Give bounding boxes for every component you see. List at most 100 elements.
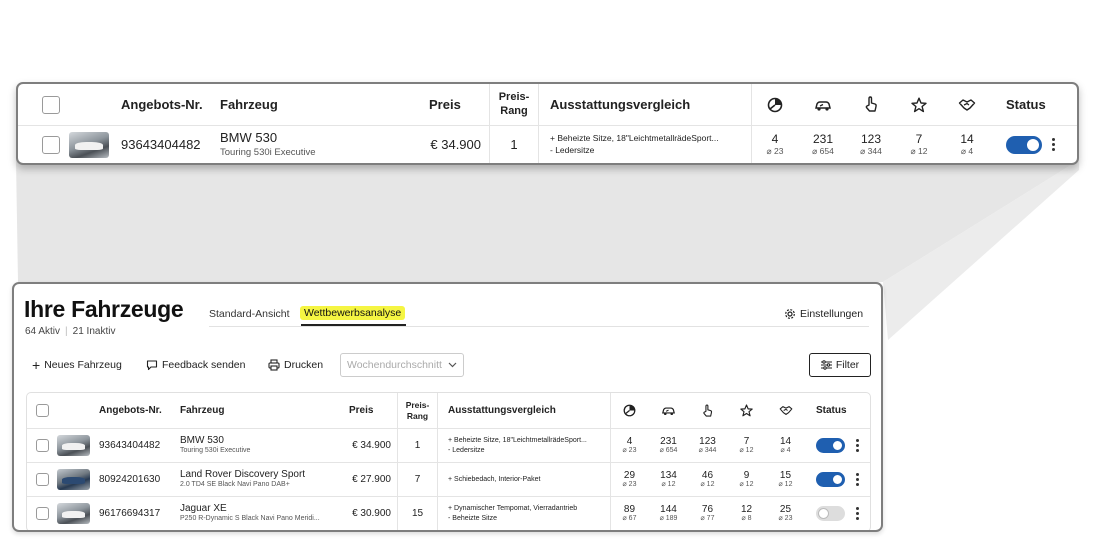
- offer-number[interactable]: 96176694317: [99, 497, 160, 530]
- table-row[interactable]: 93643404482 BMW 530 Touring 530i Executi…: [18, 126, 1077, 163]
- metric-stat: 134 ⌀ 12: [660, 469, 677, 489]
- metric-stat: 46 ⌀ 12: [700, 469, 715, 489]
- car-speed-icon[interactable]: [649, 393, 688, 428]
- vehicle-variant: Touring 530i Executive: [220, 146, 316, 158]
- vehicle-price: € 27.900: [352, 474, 391, 485]
- status-toggle[interactable]: [816, 506, 845, 521]
- row-checkbox[interactable]: [36, 439, 49, 452]
- pie-chart-icon[interactable]: [610, 393, 649, 428]
- metric-stat: 7 ⌀ 12: [910, 131, 928, 156]
- vehicles-table: Angebots-Nr. Fahrzeug Preis Preis- Rang A…: [26, 392, 871, 530]
- vehicle-name: BMW 530: [180, 434, 224, 446]
- active-count[interactable]: 64 Aktiv: [25, 326, 60, 337]
- header-equipment[interactable]: Ausstattungsvergleich: [550, 84, 690, 125]
- header-price[interactable]: Preis: [349, 393, 373, 428]
- header-price-rank[interactable]: Preis- Rang: [398, 393, 437, 428]
- settings-button[interactable]: Einstellungen: [784, 308, 863, 320]
- select-all-checkbox[interactable]: [42, 95, 60, 114]
- plus-icon: +: [32, 357, 41, 373]
- metric-stat: 12 ⌀ 8: [740, 503, 753, 523]
- new-vehicle-button[interactable]: + Neues Fahrzeug: [32, 357, 122, 373]
- print-button[interactable]: Drucken: [268, 359, 323, 371]
- table-row[interactable]: 93643404482 BMW 530 Touring 530i Executi…: [27, 429, 870, 462]
- tab-standard-view[interactable]: Standard-Ansicht: [209, 308, 290, 320]
- vehicle-cell[interactable]: BMW 530 Touring 530i Executive: [220, 126, 316, 163]
- header-vehicle[interactable]: Fahrzeug: [180, 393, 224, 428]
- period-select[interactable]: Wochendurchschnitt: [340, 353, 464, 377]
- touch-hand-icon[interactable]: [847, 84, 895, 125]
- status-toggle[interactable]: [816, 438, 845, 453]
- more-options-icon[interactable]: [1052, 138, 1055, 151]
- vehicle-variant: P250 R-Dynamic S Black Navi Pano Meridi.…: [180, 515, 320, 523]
- price-rank: 1: [510, 137, 518, 152]
- header-offer-no[interactable]: Angebots-Nr.: [121, 84, 203, 125]
- zoom-header-row: Angebots-Nr. Fahrzeug Preis Preis- Rang A…: [18, 84, 1077, 125]
- equipment-comparison: + Beheizte Sitze, 18"LeichtmetallrädeSpo…: [550, 132, 719, 155]
- table-row[interactable]: 96176694317 Jaguar XE P250 R-Dynamic S B…: [27, 497, 870, 530]
- vehicle-thumbnail[interactable]: [57, 503, 90, 524]
- feedback-button[interactable]: Feedback senden: [146, 359, 245, 371]
- row-checkbox[interactable]: [36, 473, 49, 486]
- metric-stat: 144 ⌀ 189: [659, 503, 678, 523]
- more-options-icon[interactable]: [856, 473, 859, 486]
- offer-number[interactable]: 80924201630: [99, 463, 160, 496]
- header-status[interactable]: Status: [1006, 84, 1046, 125]
- price-rank: 7: [414, 474, 421, 485]
- metric-stat: 4 ⌀ 23: [766, 131, 784, 156]
- metric-stat: 89 ⌀ 67: [622, 503, 637, 523]
- vehicle-variant: 2.0 TD4 SE Black Navi Pano DAB+: [180, 481, 290, 489]
- vehicle-thumbnail[interactable]: [57, 469, 90, 490]
- vehicle-price: € 34.900: [430, 137, 481, 152]
- select-all-checkbox[interactable]: [36, 404, 49, 417]
- metric-stat: 123 ⌀ 344: [860, 131, 882, 156]
- vehicle-cell[interactable]: Jaguar XE P250 R-Dynamic S Black Navi Pa…: [180, 497, 320, 530]
- vehicle-cell[interactable]: BMW 530 Touring 530i Executive: [180, 429, 250, 462]
- status-toggle[interactable]: [1006, 135, 1042, 154]
- gear-icon: [785, 309, 795, 319]
- price-rank: 15: [411, 508, 424, 519]
- vehicle-price: € 34.900: [352, 440, 391, 451]
- metric-stat: 15 ⌀ 12: [778, 469, 793, 489]
- metric-stat: 123 ⌀ 344: [698, 435, 717, 455]
- inactive-count[interactable]: 21 Inaktiv: [73, 326, 116, 337]
- row-checkbox[interactable]: [36, 507, 49, 520]
- vehicle-counts: 64 Aktiv | 21 Inaktiv: [25, 326, 116, 337]
- printer-icon: [268, 359, 280, 371]
- vehicles-panel: Ihre Fahrzeuge 64 Aktiv | 21 Inaktiv Sta…: [12, 282, 883, 532]
- vehicle-name: Jaguar XE: [180, 502, 227, 514]
- vehicle-cell[interactable]: Land Rover Discovery Sport 2.0 TD4 SE Bl…: [180, 463, 305, 496]
- header-vehicle[interactable]: Fahrzeug: [220, 84, 278, 125]
- handshake-icon[interactable]: [766, 393, 805, 428]
- star-icon[interactable]: [895, 84, 943, 125]
- pie-chart-icon[interactable]: [751, 84, 799, 125]
- vehicle-price: € 30.900: [352, 508, 391, 519]
- more-options-icon[interactable]: [856, 439, 859, 452]
- metric-stat: 29 ⌀ 23: [622, 469, 637, 489]
- vehicle-thumbnail[interactable]: [57, 435, 90, 456]
- filter-button[interactable]: Filter: [809, 353, 871, 377]
- sliders-icon: [820, 360, 832, 370]
- star-icon[interactable]: [727, 393, 766, 428]
- equipment-comparison: + Dynamischer Tempomat, Vierradantrieb -…: [448, 505, 578, 522]
- metric-stat: 7 ⌀ 12: [739, 435, 754, 455]
- car-speed-icon[interactable]: [799, 84, 847, 125]
- equipment-comparison: + Beheizte Sitze, 18"LeichtmetallrädeSpo…: [448, 437, 587, 454]
- speech-bubble-icon: [146, 360, 158, 371]
- header-offer-no[interactable]: Angebots-Nr.: [99, 393, 162, 428]
- handshake-icon[interactable]: [943, 84, 991, 125]
- metric-stat: 4 ⌀ 23: [622, 435, 637, 455]
- status-toggle[interactable]: [816, 472, 845, 487]
- tab-competition-analysis[interactable]: Wettbewerbsanalyse: [300, 306, 406, 320]
- header-price-rank[interactable]: Preis- Rang: [490, 84, 538, 125]
- row-checkbox[interactable]: [42, 135, 60, 154]
- vehicle-thumbnail[interactable]: [69, 131, 109, 158]
- header-equipment[interactable]: Ausstattungsvergleich: [448, 393, 556, 428]
- touch-hand-icon[interactable]: [688, 393, 727, 428]
- header-price[interactable]: Preis: [429, 84, 461, 125]
- more-options-icon[interactable]: [856, 507, 859, 520]
- offer-number[interactable]: 93643404482: [121, 126, 201, 163]
- table-row[interactable]: 80924201630 Land Rover Discovery Sport 2…: [27, 463, 870, 496]
- header-status[interactable]: Status: [816, 393, 847, 428]
- metric-stat: 9 ⌀ 12: [739, 469, 754, 489]
- offer-number[interactable]: 93643404482: [99, 429, 160, 462]
